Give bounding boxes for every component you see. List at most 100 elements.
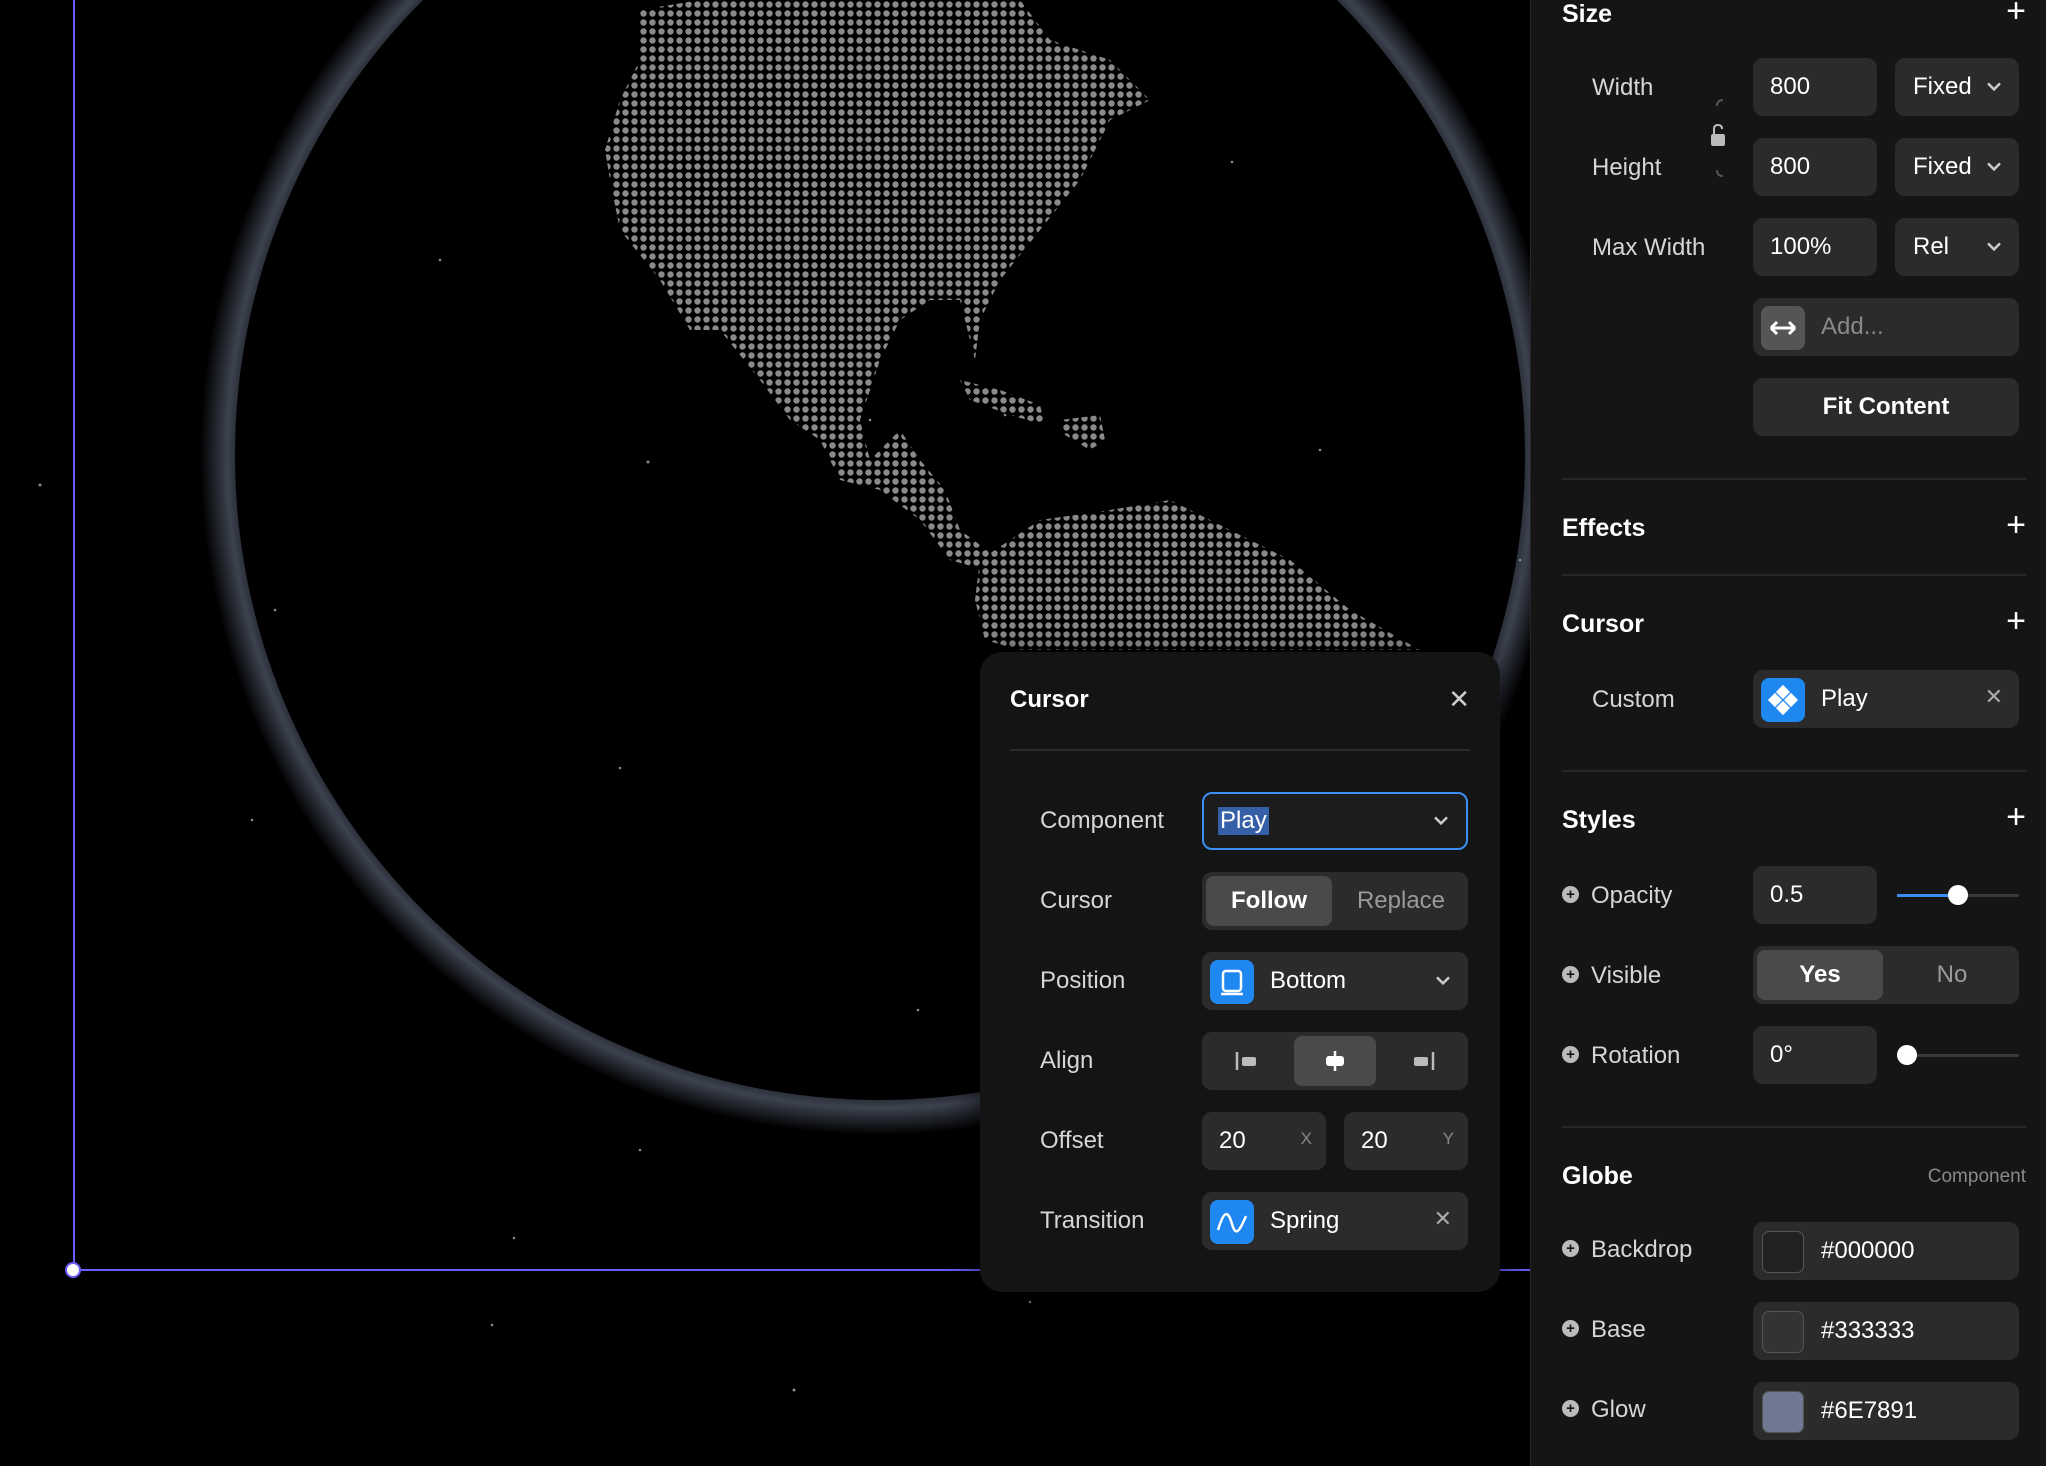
align-center-icon[interactable] <box>1294 1036 1376 1086</box>
replace-option[interactable]: Replace <box>1338 876 1464 926</box>
max-width-mode-select[interactable]: Rel <box>1895 218 2019 276</box>
canvas-area[interactable]: Cursor ✕ Component Play Cursor Follow Re… <box>0 0 1530 1466</box>
plus-circle-icon[interactable]: + <box>1562 966 1579 984</box>
backdrop-label-text: Backdrop <box>1591 1236 1693 1263</box>
clear-icon[interactable]: ✕ <box>1434 1206 1452 1232</box>
add-size-icon[interactable]: + <box>2006 0 2026 28</box>
max-width-value: 100% <box>1770 233 1832 260</box>
plus-circle-icon[interactable]: + <box>1562 1240 1579 1258</box>
opacity-slider-knob[interactable] <box>1948 885 1968 905</box>
position-select[interactable]: Bottom <box>1202 952 1468 1010</box>
base-color-field[interactable]: #333333 <box>1753 1302 2019 1360</box>
opacity-input[interactable]: 0.5 <box>1753 866 1877 924</box>
chevron-down-icon <box>1436 976 1450 986</box>
width-input[interactable]: 800 <box>1753 58 1877 116</box>
width-mode-value: Fixed <box>1913 73 1972 100</box>
backdrop-color-field[interactable]: #000000 <box>1753 1222 2019 1280</box>
add-effect-icon[interactable]: + <box>2006 508 2026 542</box>
properties-panel: Size + Width 800 Fixed Height 800 Fixed … <box>1530 0 2046 1466</box>
opacity-label: + Opacity <box>1562 882 1672 910</box>
divider <box>1562 770 2027 772</box>
add-style-icon[interactable]: + <box>2006 800 2026 834</box>
transition-select[interactable]: Spring ✕ <box>1202 1192 1468 1250</box>
glow-label: + Glow <box>1562 1396 1646 1424</box>
height-mode-value: Fixed <box>1913 153 1972 180</box>
base-label-text: Base <box>1591 1316 1646 1343</box>
offset-label: Offset <box>1040 1127 1104 1154</box>
height-label: Height <box>1592 154 1662 181</box>
backdrop-label: + Backdrop <box>1562 1236 1692 1264</box>
backdrop-swatch[interactable] <box>1762 1231 1804 1273</box>
add-cursor-icon[interactable]: + <box>2006 604 2026 638</box>
plus-circle-icon[interactable]: + <box>1562 1046 1579 1064</box>
height-input[interactable]: 800 <box>1753 138 1877 196</box>
width-value: 800 <box>1770 73 1811 100</box>
opacity-label-text: Opacity <box>1591 882 1673 909</box>
width-label: Width <box>1592 74 1654 101</box>
visible-no-option[interactable]: No <box>1889 950 2015 1000</box>
plus-circle-icon[interactable]: + <box>1562 1400 1579 1418</box>
max-width-mode-value: Rel <box>1913 233 1950 260</box>
align-toggle[interactable] <box>1202 1032 1468 1090</box>
offset-x-tag: X <box>1300 1129 1312 1148</box>
transition-label: Transition <box>1040 1207 1145 1234</box>
divider <box>1010 749 1470 751</box>
chevron-down-icon <box>1987 242 2001 252</box>
rotation-slider-knob[interactable] <box>1897 1045 1917 1065</box>
glow-value: #6E7891 <box>1821 1397 1918 1424</box>
plus-circle-icon[interactable]: + <box>1562 1320 1579 1338</box>
glow-swatch[interactable] <box>1762 1391 1804 1433</box>
position-label: Position <box>1040 967 1126 994</box>
cursor-mode-toggle[interactable]: Follow Replace <box>1202 872 1468 930</box>
component-value: Play <box>1218 807 1269 835</box>
visible-yes-option[interactable]: Yes <box>1757 950 1883 1000</box>
styles-section-title: Styles <box>1562 806 1636 834</box>
offset-x-value: 20 <box>1219 1127 1246 1154</box>
opacity-slider[interactable] <box>1897 885 2019 905</box>
visible-label-text: Visible <box>1591 962 1662 989</box>
rotation-input[interactable]: 0° <box>1753 1026 1877 1084</box>
custom-cursor-field[interactable]: Play ✕ <box>1753 670 2019 728</box>
offset-y-input[interactable]: 20 Y <box>1344 1112 1468 1170</box>
align-left-icon[interactable] <box>1206 1036 1288 1086</box>
rotation-slider[interactable] <box>1897 1045 2019 1065</box>
height-mode-select[interactable]: Fixed <box>1895 138 2019 196</box>
offset-x-input[interactable]: 20 X <box>1202 1112 1326 1170</box>
clear-icon[interactable]: ✕ <box>1985 684 2003 710</box>
effects-section-title: Effects <box>1562 514 1646 542</box>
size-section-title: Size <box>1562 0 1613 28</box>
offset-y-tag: Y <box>1442 1129 1454 1148</box>
width-mode-select[interactable]: Fixed <box>1895 58 2019 116</box>
visible-toggle[interactable]: Yes No <box>1753 946 2019 1004</box>
divider <box>1562 574 2027 576</box>
glow-label-text: Glow <box>1591 1396 1646 1423</box>
fit-content-button[interactable]: Fit Content <box>1753 378 2019 436</box>
cursor-mode-label: Cursor <box>1040 887 1113 914</box>
follow-option[interactable]: Follow <box>1206 876 1332 926</box>
max-width-input[interactable]: 100% <box>1753 218 1877 276</box>
divider <box>1562 478 2027 480</box>
custom-cursor-label: Custom <box>1592 686 1675 713</box>
add-constraint-field[interactable]: Add... <box>1753 298 2019 356</box>
component-select[interactable]: Play <box>1202 792 1468 850</box>
rotation-label-text: Rotation <box>1591 1042 1681 1069</box>
offset-y-value: 20 <box>1361 1127 1388 1154</box>
opacity-value: 0.5 <box>1770 881 1804 908</box>
custom-cursor-value: Play <box>1821 685 1868 712</box>
height-value: 800 <box>1770 153 1811 180</box>
max-width-label: Max Width <box>1592 234 1706 261</box>
globe-section-title: Globe <box>1562 1162 1633 1190</box>
close-icon[interactable]: ✕ <box>1448 684 1470 715</box>
popover-title: Cursor <box>1010 686 1089 713</box>
rotation-label: + Rotation <box>1562 1042 1680 1070</box>
align-label: Align <box>1040 1047 1094 1074</box>
rotation-value: 0° <box>1770 1041 1793 1068</box>
glow-color-field[interactable]: #6E7891 <box>1753 1382 2019 1440</box>
lock-aspect-icon[interactable] <box>1707 98 1731 178</box>
plus-circle-icon[interactable]: + <box>1562 886 1579 904</box>
visible-label: + Visible <box>1562 962 1661 990</box>
backdrop-value: #000000 <box>1821 1237 1915 1264</box>
base-swatch[interactable] <box>1762 1311 1804 1353</box>
chevron-down-icon <box>1434 816 1448 826</box>
align-right-icon[interactable] <box>1382 1036 1464 1086</box>
